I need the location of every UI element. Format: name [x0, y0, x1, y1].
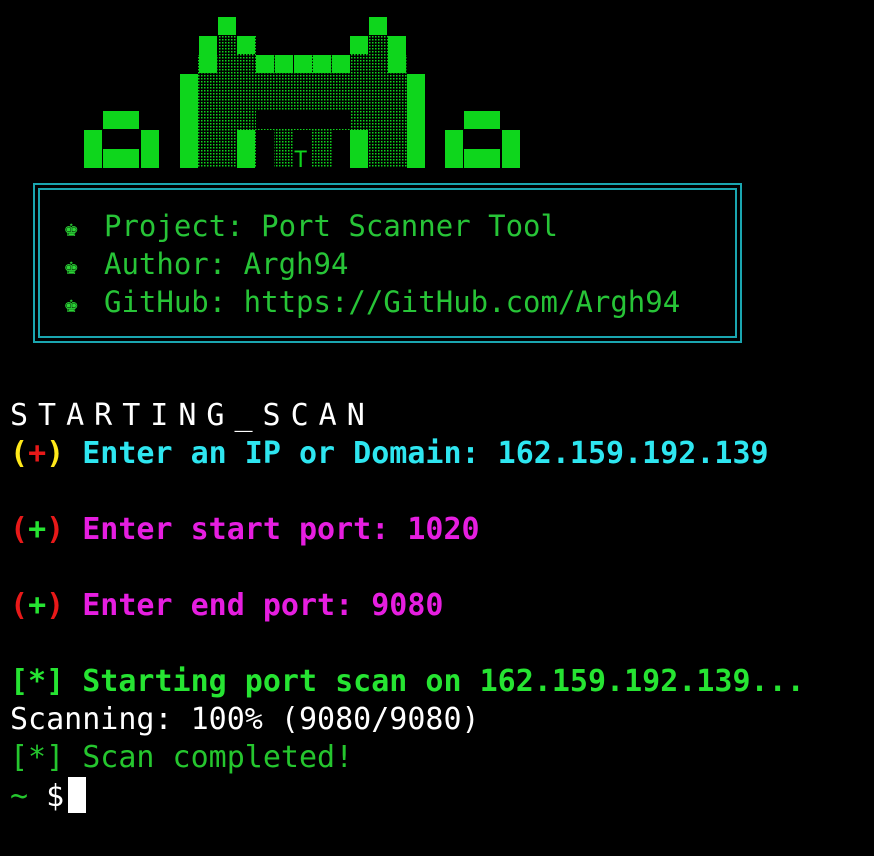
end-port-prompt-line: (+) Enter end port: 9080 — [10, 588, 444, 623]
text-cursor[interactable] — [68, 777, 87, 813]
ip-prompt-label: Enter an IP or Domain: — [82, 436, 480, 471]
shell-dollar: $ — [46, 779, 65, 814]
scan-complete-message: [*] Scan completed! — [10, 740, 354, 775]
crown-icon: ♚ — [64, 214, 79, 242]
banner-logo-mark: T — [294, 148, 307, 173]
info-author: ♚ Author: Argh94 — [64, 245, 348, 285]
start-port-prompt-line: (+) Enter start port: 1020 — [10, 512, 480, 547]
ip-prompt-line: (+) Enter an IP or Domain: 162.159.192.1… — [10, 436, 769, 471]
info-project: ♚ Project: Port Scanner Tool — [64, 207, 558, 247]
crown-icon: ♚ — [64, 252, 79, 280]
scan-start-message: [*] Starting port scan on 162.159.192.13… — [10, 664, 805, 699]
end-port-value: 9080 — [371, 588, 444, 623]
scan-progress-value: 100% (9080/9080) — [190, 702, 480, 737]
start-port-label: Enter start port: — [82, 512, 390, 547]
shell-prompt[interactable]: ~ $ — [10, 777, 87, 816]
info-github: ♚ GitHub: https://GitHub.com/Argh94 — [64, 283, 680, 323]
start-port-value: 1020 — [407, 512, 480, 547]
terminal-window[interactable]: T ♚ Project: Port Scanner Tool ♚ Author: A… — [0, 0, 874, 856]
end-port-label: Enter end port: — [82, 588, 354, 623]
scan-progress-line: Scanning: 100% (9080/9080) — [10, 701, 480, 739]
ip-value: 162.159.192.139 — [497, 436, 769, 471]
scan-header: STARTING_SCAN — [10, 398, 375, 433]
scan-progress-label: Scanning: — [10, 702, 173, 737]
banner-logo: T — [84, 17, 520, 173]
crown-icon: ♚ — [64, 290, 79, 318]
shell-tilde: ~ — [10, 779, 29, 814]
